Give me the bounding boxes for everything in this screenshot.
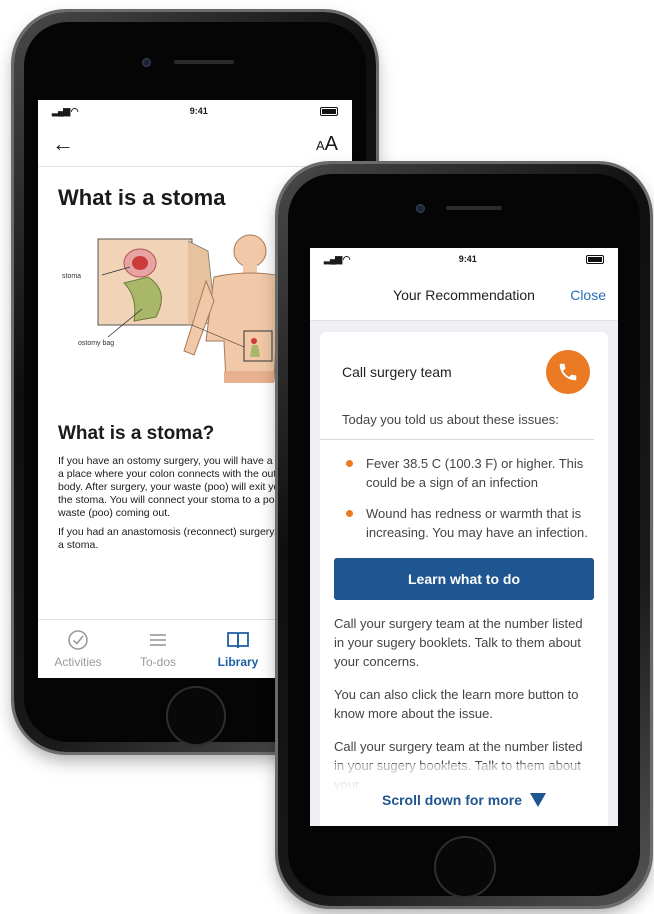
triangle-down-icon [530,793,546,807]
tab-library-label: Library [217,655,259,669]
list-item: Fever 38.5 C (100.3 F) or higher. This c… [342,454,594,492]
tab-activities-label: Activities [54,655,102,669]
scroll-down-hint[interactable]: Scroll down for more [320,792,608,808]
status-time: 9:41 [189,106,208,116]
card-title: Call surgery team [342,364,452,380]
recommendation-card: Call surgery team Today you told us abou… [320,332,608,826]
list-icon [150,634,166,646]
status-bar: ▂▄▆ ◠ 9:41 [38,100,352,122]
status-time: 9:41 [458,254,477,264]
book-icon [227,632,249,649]
tab-todos[interactable]: To-dos [118,620,198,678]
signal-wifi-icon: ▂▄▆ ◠ [324,253,351,264]
battery-icon [320,106,338,116]
battery-icon [586,254,604,264]
recommendation-nav-bar: Your Recommendation Close [310,270,618,321]
article-nav-bar: ← AA [38,122,352,167]
close-button[interactable]: Close [570,287,606,303]
tab-library[interactable]: Library [198,620,278,678]
front-camera [142,58,151,67]
phone-right: ▂▄▆ ◠ 9:41 Your Recommendation Close Cal… [278,164,650,906]
text-size-button[interactable]: AA [316,133,338,156]
label-ostomy-bag: ostomy bag [78,340,114,347]
front-camera [416,204,425,213]
scroll-hint-label: Scroll down for more [381,792,522,808]
issues-intro: Today you told us about these issues: [320,394,594,440]
list-item: Wound has redness or warmth that is incr… [342,504,594,542]
status-bar: ▂▄▆ ◠ 9:41 [310,248,618,270]
learn-more-hint: You can also click the learn more button… [334,687,579,721]
earpiece-speaker [446,206,502,210]
card-header: Call surgery team [320,332,608,394]
home-button[interactable] [166,686,226,746]
tab-todos-label: To-dos [139,655,177,669]
text-size-small-label: A [315,137,325,153]
page-title: Your Recommendation [393,287,535,303]
recommendation-screen: ▂▄▆ ◠ 9:41 Your Recommendation Close Cal… [310,248,618,826]
earpiece-speaker [174,60,234,64]
label-stoma: stoma [62,273,81,280]
call-instructions: Call your surgery team at the number lis… [334,616,583,669]
tab-activities[interactable]: Activities [38,620,118,678]
issues-list: Fever 38.5 C (100.3 F) or higher. This c… [320,454,608,542]
call-button[interactable] [546,350,590,394]
phone-icon [559,363,577,381]
arrow-left-icon[interactable]: ← [52,131,74,157]
signal-wifi-icon: ▂▄▆ ◠ [52,105,79,116]
text-size-large-label: A [324,132,338,155]
home-button[interactable] [434,836,496,898]
learn-what-to-do-button[interactable]: Learn what to do [334,558,594,600]
check-circle-icon [68,630,88,650]
